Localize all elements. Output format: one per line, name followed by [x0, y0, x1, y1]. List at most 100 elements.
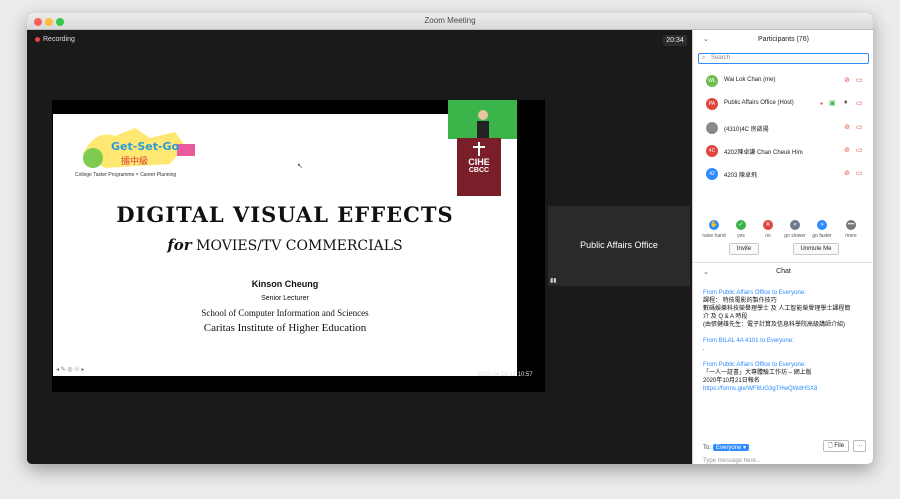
recording-label: Recording	[43, 36, 75, 43]
participant-row[interactable]: (4310)4C 房啟揚 ⊘ ▭	[693, 119, 873, 139]
school-name: School of Computer Information and Scien…	[201, 308, 369, 318]
search-icon: ⌕	[702, 55, 706, 61]
go-slower-button[interactable]: «go slower	[782, 213, 808, 239]
speaker-name: Kinson Cheung	[251, 279, 319, 289]
go-faster-button[interactable]: » go faster	[809, 213, 835, 239]
presenter-figure	[477, 110, 489, 139]
search-placeholder: Search	[711, 55, 731, 61]
chat-message: From BILAL 4A 4101 to Everyone: .	[703, 337, 868, 353]
shared-screen: Get-Set-Go 擂中級 College Taster Programme …	[52, 100, 545, 392]
logo-text: Get-Set-Go	[111, 140, 180, 153]
recipient-dropdown[interactable]: Everyone ▾	[713, 444, 750, 451]
participants-header: ⌄ Participants (76)	[693, 33, 873, 47]
more-icon: •••	[846, 220, 856, 230]
slide-tagline: College Taster Programme × Career Planni…	[75, 172, 177, 178]
chat-line: 數碼娛樂科技榮譽理學士 及 人工智能榮譽理學士課程簡	[703, 306, 851, 312]
muted-mic-icon[interactable]: ⊘	[844, 146, 850, 154]
fast-forward-icon: »	[817, 220, 827, 230]
screen-share-icon: ▣	[829, 100, 836, 107]
chevron-down-icon[interactable]: ⌄	[703, 33, 709, 47]
mouse-cursor-icon: ↖	[297, 163, 303, 170]
raise-hand-icon: ✋	[709, 220, 719, 230]
cihe-badge: CIHE CBCC	[457, 138, 501, 196]
avatar: 42	[706, 168, 718, 180]
chat-line: 介 及 Q & A 時段	[703, 314, 748, 320]
chat-message: From Public Affairs Office to Everyone: …	[703, 289, 868, 329]
participant-name: (4310)4C 房啟揚	[724, 127, 769, 133]
more-options-button[interactable]: ···	[853, 440, 866, 452]
video-off-icon[interactable]: ▭	[856, 99, 863, 107]
side-panel: ⌄ Participants (76) ⌕ Search WL Wai Lok Ch…	[692, 30, 873, 464]
avatar	[706, 122, 718, 134]
meeting-timer: 20:34	[663, 35, 687, 46]
logo-chinese: 擂中級	[121, 155, 148, 167]
cross-icon: ✕	[763, 220, 773, 230]
avatar: PA	[706, 98, 718, 110]
signal-bars-icon: ▮▮	[550, 278, 557, 284]
video-off-icon[interactable]: ▭	[856, 146, 863, 154]
subtitle-for: for	[167, 236, 192, 254]
recording-dot-icon	[35, 36, 40, 42]
no-button[interactable]: ✕ no	[755, 213, 781, 239]
chat-message: From Public Affairs Office to Everyone: …	[703, 361, 868, 393]
participant-name: 4202陳卓謙 Chan Cheuk Him	[724, 150, 803, 156]
chat-link[interactable]: https://forms.gle/WF8UG3gTHwQWdHSX8	[703, 385, 868, 393]
search-input[interactable]: ⌕ Search	[698, 53, 869, 64]
check-icon: ✓	[736, 220, 746, 230]
get-set-go-logo: Get-Set-Go 擂中級	[83, 128, 195, 168]
title-bar: Zoom Meeting	[27, 13, 873, 30]
presenter-webcam	[448, 100, 517, 139]
yes-button[interactable]: ✓ yes	[728, 213, 754, 239]
file-button[interactable]: 🗋 File	[823, 440, 849, 452]
chat-recipient: To: Everyone ▾	[703, 444, 750, 451]
participant-name: Public Affairs Office (Host)	[724, 100, 794, 106]
raise-hand-button[interactable]: ✋ raise hand	[701, 213, 727, 239]
subtitle-rest: MOVIES/TV COMMERCIALS	[196, 238, 403, 254]
mic-icon[interactable]: ♦	[844, 99, 848, 106]
unmute-me-button[interactable]: Unmute Me	[793, 243, 839, 255]
participant-video-tile[interactable]: Public Affairs Office ▮▮	[548, 206, 690, 286]
cbcc-text: CBCC	[468, 167, 490, 174]
chat-header: ⌄ Chat	[693, 268, 873, 280]
chat-sender: From BILAL 4A 4101 to Everyone:	[703, 338, 794, 344]
participant-row[interactable]: 4C 4202陳卓謙 Chan Cheuk Him ⊘ ▭	[693, 142, 873, 162]
window-title: Zoom Meeting	[424, 16, 476, 25]
muted-mic-icon[interactable]: ⊘	[844, 123, 850, 131]
chat-sender: From Public Affairs Office to Everyone:	[703, 290, 806, 296]
meeting-main-area: Recording 20:34 Get-Set-Go 擂中級 College T…	[27, 30, 692, 464]
slide-timestamp: 2020-04-16 12:10:57	[477, 372, 533, 378]
more-reactions-button[interactable]: ••• more	[838, 213, 864, 239]
participant-row[interactable]: PA Public Affairs Office (Host) ● ▣ ♦ ▭	[693, 95, 873, 115]
chat-line: (由張健雄先生：電子計算及信息科學院高級講師介紹)	[703, 322, 845, 328]
rewind-icon: «	[790, 220, 800, 230]
file-icon: 🗋	[827, 443, 833, 449]
participant-name: 4203 陳卓飛	[724, 173, 758, 179]
muted-mic-icon[interactable]: ⊘	[844, 76, 850, 84]
cihe-emblem-icon	[473, 142, 485, 156]
recording-indicator[interactable]: Recording	[35, 36, 75, 43]
slide-controls[interactable]: ◂ ✎ ◎ ☉ ▸	[56, 366, 84, 373]
avatar: WL	[706, 75, 718, 87]
video-off-icon[interactable]: ▭	[856, 169, 863, 177]
chat-title: Chat	[776, 268, 791, 275]
speaker-title: Senior Lecturer	[261, 295, 309, 302]
chevron-down-icon[interactable]: ⌄	[703, 268, 709, 276]
muted-mic-icon[interactable]: ⊘	[844, 169, 850, 177]
presentation-slide: Get-Set-Go 擂中級 College Taster Programme …	[53, 114, 517, 376]
file-label: File	[834, 443, 845, 449]
zoom-window: Zoom Meeting Recording 20:34 Get-Set-Go …	[27, 13, 873, 464]
chat-line: 「一人一証書」大專體驗工作坊 – 網上版	[703, 370, 812, 376]
avatar: 4C	[706, 145, 718, 157]
chat-input[interactable]: Type message here...	[703, 458, 761, 464]
institute-name: Caritas Institute of Higher Education	[203, 322, 367, 334]
invite-button[interactable]: Invite	[729, 243, 759, 255]
slide-title: DIGITAL VISUAL EFFECTS	[116, 202, 454, 227]
to-label: To:	[703, 445, 712, 451]
divider	[693, 262, 873, 263]
video-off-icon[interactable]: ▭	[856, 123, 863, 131]
video-off-icon[interactable]: ▭	[856, 76, 863, 84]
participant-row[interactable]: 42 4203 陳卓飛 ⊘ ▭	[693, 165, 873, 185]
tile-participant-name: Public Affairs Office	[580, 240, 658, 250]
participant-row[interactable]: WL Wai Lok Chan (me) ⊘ ▭	[693, 72, 873, 92]
participants-title: Participants (76)	[758, 36, 809, 43]
